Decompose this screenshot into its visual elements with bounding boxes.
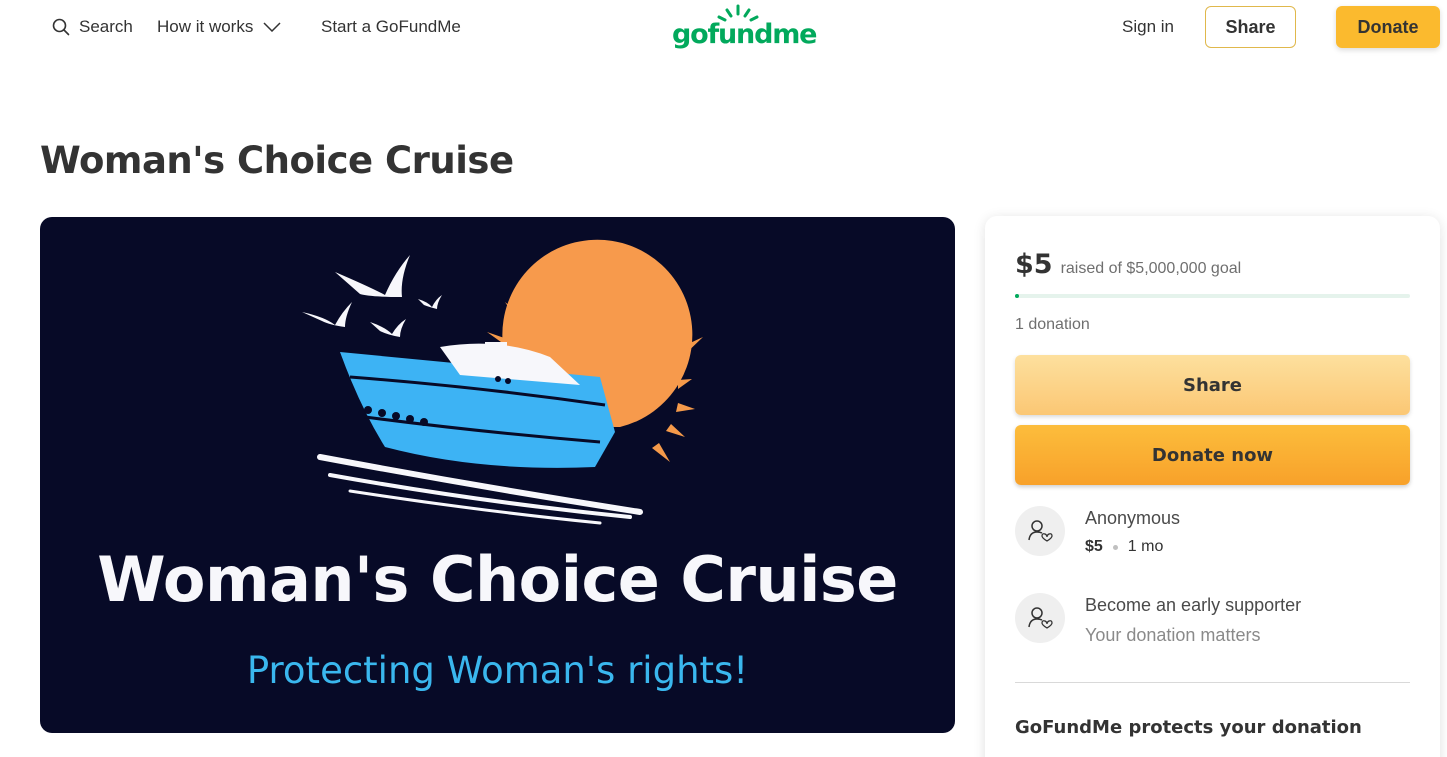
sign-in-link[interactable]: Sign in bbox=[1122, 17, 1174, 37]
raised-summary: $5 raised of $5,000,000 goal bbox=[1015, 249, 1241, 280]
chevron-down-icon bbox=[263, 22, 281, 32]
donor-time: 1 mo bbox=[1127, 538, 1164, 555]
search-link[interactable]: Search bbox=[52, 17, 133, 37]
search-label: Search bbox=[79, 17, 133, 36]
early-supporter-item: Become an early supporter Your donation … bbox=[1015, 593, 1410, 653]
how-it-works-menu[interactable]: How it works bbox=[157, 17, 281, 37]
logo-text: gofundme bbox=[672, 19, 817, 50]
donation-count: 1 donation bbox=[1015, 316, 1090, 333]
early-supporter-title: Become an early supporter bbox=[1085, 595, 1302, 615]
header-donate-button[interactable]: Donate bbox=[1336, 6, 1440, 48]
ship-bridge bbox=[485, 342, 507, 354]
donor-item: Anonymous $5 1 mo bbox=[1015, 506, 1410, 566]
early-supporter-subtitle: Your donation matters bbox=[1085, 625, 1261, 645]
donor-meta: $5 1 mo bbox=[1085, 538, 1163, 556]
start-gofundme-link[interactable]: Start a GoFundMe bbox=[321, 17, 461, 37]
donor-amount: $5 bbox=[1085, 538, 1103, 555]
top-navbar: Search How it works Start a GoFundMe gof… bbox=[0, 0, 1447, 56]
donate-now-button[interactable]: Donate now bbox=[1015, 425, 1410, 485]
separator-dot bbox=[1112, 544, 1118, 550]
raised-goal-text: raised of $5,000,000 goal bbox=[1060, 260, 1242, 277]
supporter-heart-icon bbox=[1028, 607, 1053, 629]
how-it-works-label: How it works bbox=[157, 17, 254, 36]
donor-heart-icon bbox=[1028, 520, 1053, 542]
protection-heading[interactable]: GoFundMe protects your donation bbox=[1015, 717, 1362, 738]
avatar bbox=[1015, 506, 1065, 556]
share-button[interactable]: Share bbox=[1015, 355, 1410, 415]
divider bbox=[1015, 682, 1410, 683]
avatar bbox=[1015, 593, 1065, 643]
hero-headline: Woman's Choice Cruise bbox=[97, 543, 898, 616]
gofundme-logo[interactable]: gofundme bbox=[672, 4, 817, 50]
header-share-button[interactable]: Share bbox=[1205, 6, 1296, 48]
donor-name: Anonymous bbox=[1085, 508, 1181, 528]
progress-bar bbox=[1015, 294, 1410, 298]
raised-amount: $5 bbox=[1015, 249, 1053, 280]
campaign-hero-image[interactable]: Woman's Choice Cruise Protecting Woman's… bbox=[40, 217, 955, 733]
hero-tagline: Protecting Woman's rights! bbox=[246, 649, 749, 692]
birds bbox=[302, 255, 442, 337]
donation-card: $5 raised of $5,000,000 goal 1 donation … bbox=[985, 216, 1440, 757]
campaign-title: Woman's Choice Cruise bbox=[40, 139, 514, 182]
progress-fill bbox=[1015, 294, 1019, 298]
search-icon bbox=[52, 18, 70, 36]
